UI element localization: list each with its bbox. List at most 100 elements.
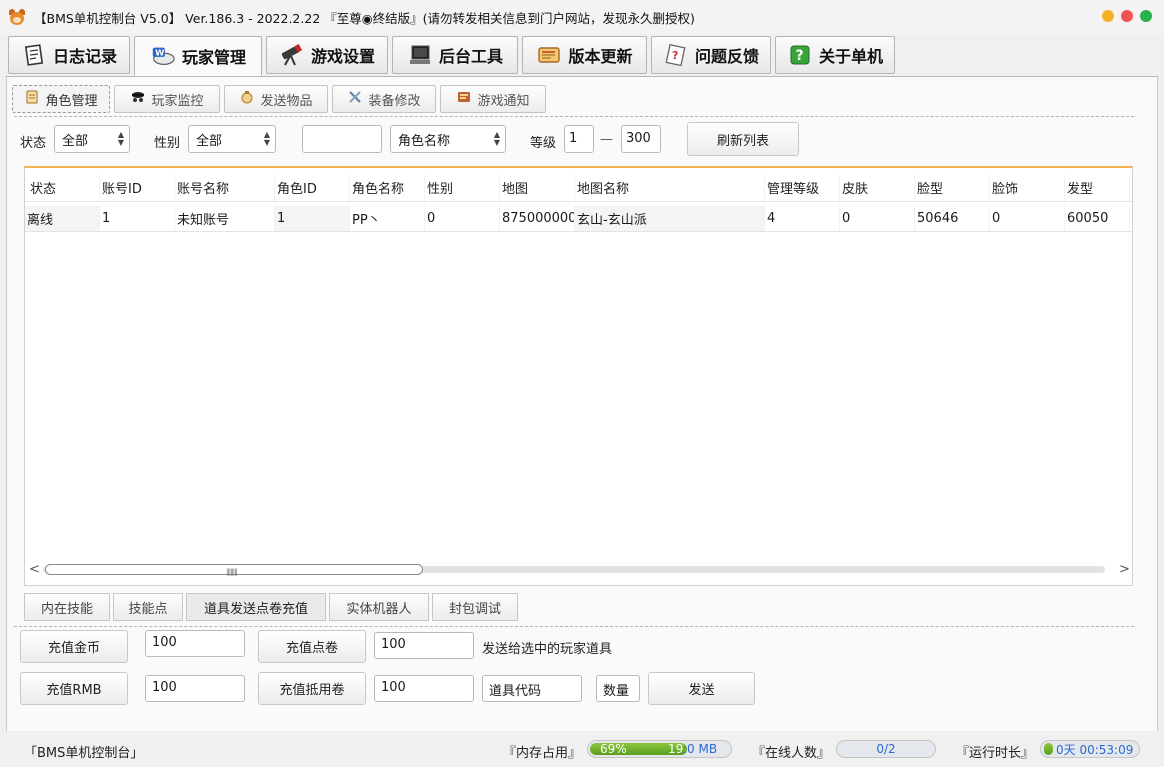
subtab-label: 装备修改 — [368, 90, 420, 109]
tab-log[interactable]: 日志记录 — [8, 36, 130, 74]
search-input[interactable] — [302, 125, 382, 153]
column-header[interactable]: 管理等级 — [765, 174, 840, 201]
tab-inner-skills[interactable]: 内在技能 — [24, 593, 110, 621]
tab-packet-debug[interactable]: 封包调试 — [432, 593, 518, 621]
feedback-icon: ? — [663, 42, 689, 68]
svg-text:?: ? — [795, 48, 803, 64]
tab-version-update[interactable]: 版本更新 — [522, 36, 647, 74]
cell-face-accessory: 0 — [990, 206, 1065, 231]
tab-game-settings[interactable]: 游戏设置 — [266, 36, 388, 74]
scroll-left-icon[interactable]: < — [29, 562, 40, 577]
horizontal-scrollbar[interactable]: < |||||||| > — [25, 562, 1132, 580]
memory-percent: 69% — [600, 742, 627, 756]
bag-icon — [239, 90, 255, 108]
table-header: 状态 账号ID 账号名称 角色ID 角色名称 性别 地图 地图名称 管理等级 皮… — [25, 174, 1132, 202]
tab-skill-points[interactable]: 技能点 — [113, 593, 183, 621]
status-label: 状态 — [20, 132, 46, 151]
tab-robot[interactable]: 实体机器人 — [329, 593, 429, 621]
main-tab-bar: 日志记录 W 玩家管理 游戏设置 后台工具 版本更新 ? 问题反馈 ? 关于单机 — [8, 36, 895, 76]
subtab-send-items[interactable]: 发送物品 — [224, 85, 328, 113]
cell-hair: 60050 — [1065, 206, 1130, 231]
tab-about[interactable]: ? 关于单机 — [775, 36, 895, 74]
column-header[interactable]: 性别 — [425, 174, 500, 201]
scroll-icon — [24, 90, 40, 108]
tab-backend-tools[interactable]: 后台工具 — [392, 36, 518, 74]
window-title: 【BMS单机控制台 V5.0】 Ver.186.3 - 2022.2.22 『至… — [34, 8, 695, 27]
gender-select[interactable]: 全部 ▲▼ — [188, 125, 276, 153]
item-code-input[interactable]: 道具代码 — [482, 675, 582, 702]
refresh-list-button[interactable]: 刷新列表 — [687, 122, 799, 156]
column-header[interactable]: 角色ID — [275, 174, 350, 201]
gender-select-value: 全部 — [196, 130, 222, 149]
scroll-thumb[interactable]: |||||||| — [45, 564, 423, 575]
uptime-meter: 0天 00:53:09 — [1040, 740, 1140, 758]
cell-face: 50646 — [915, 206, 990, 231]
gender-label: 性别 — [154, 132, 180, 151]
rmb-amount-input[interactable]: 100 — [145, 675, 245, 702]
tab-item-send-recharge[interactable]: 道具发送点卷充值 — [186, 593, 326, 621]
spinner-arrows-icon: ▲▼ — [118, 131, 124, 147]
column-header[interactable]: 状态 — [25, 174, 100, 201]
cell-account-name: 未知账号 — [175, 206, 275, 231]
subtab-player-monitor[interactable]: 玩家监控 — [114, 85, 220, 113]
recharge-voucher-button[interactable]: 充值抵用卷 — [258, 672, 366, 705]
recharge-rmb-button[interactable]: 充值RMB — [20, 672, 128, 705]
cell-gender: 0 — [425, 206, 500, 231]
send-button[interactable]: 发送 — [648, 672, 755, 705]
spinner-arrows-icon: ▲▼ — [264, 131, 270, 147]
minimize-button[interactable] — [1102, 10, 1114, 22]
level-max-input[interactable]: 300 — [621, 125, 661, 153]
points-amount-input[interactable]: 100 — [374, 632, 474, 659]
voucher-amount-input[interactable]: 100 — [374, 675, 474, 702]
spinner-arrows-icon: ▲▼ — [494, 131, 500, 147]
column-header[interactable]: 角色名称 — [350, 174, 425, 201]
column-header[interactable]: 皮肤 — [840, 174, 915, 201]
tab-label: 后台工具 — [439, 43, 503, 67]
table-row[interactable]: 离线 1 未知账号 1 PP丶 0 875000000 玄山-玄山派 4 0 5… — [25, 206, 1132, 232]
tab-player-management[interactable]: W 玩家管理 — [134, 36, 262, 76]
scroll-right-icon[interactable]: > — [1119, 562, 1130, 577]
cell-account-id: 1 — [100, 206, 175, 231]
level-label: 等级 — [530, 132, 556, 151]
svg-text:W: W — [155, 48, 164, 58]
recharge-points-button[interactable]: 充值点卷 — [258, 630, 366, 663]
column-header[interactable]: 发型 — [1065, 174, 1130, 201]
tab-label: 玩家管理 — [182, 44, 246, 68]
column-header[interactable]: 账号ID — [100, 174, 175, 201]
cell-map: 875000000 — [500, 206, 575, 231]
role-table: 状态 账号ID 账号名称 角色ID 角色名称 性别 地图 地图名称 管理等级 皮… — [24, 166, 1133, 586]
quantity-input[interactable]: 数量 — [596, 675, 640, 702]
cell-status: 离线 — [25, 206, 100, 231]
column-header[interactable]: 地图 — [500, 174, 575, 201]
recharge-gold-button[interactable]: 充值金币 — [20, 630, 128, 663]
column-header[interactable]: 地图名称 — [575, 174, 765, 201]
uptime-value: 0天 00:53:09 — [1056, 741, 1133, 758]
gold-amount-input[interactable]: 100 — [145, 630, 245, 657]
notebook-icon — [21, 42, 47, 68]
sub-tab-bar: 角色管理 玩家监控 发送物品 装备修改 游戏通知 — [12, 85, 546, 113]
level-min-input[interactable]: 1 — [564, 125, 594, 153]
status-app-name: 「BMS单机控制台」 — [24, 742, 143, 761]
tab-feedback[interactable]: ? 问题反馈 — [651, 36, 771, 74]
column-header[interactable]: 脸型 — [915, 174, 990, 201]
subtab-role-management[interactable]: 角色管理 — [12, 85, 110, 113]
status-select[interactable]: 全部 ▲▼ — [54, 125, 130, 153]
search-field-select[interactable]: 角色名称 ▲▼ — [390, 125, 506, 153]
column-header[interactable]: 账号名称 — [175, 174, 275, 201]
subtab-game-notice[interactable]: 游戏通知 — [440, 85, 546, 113]
level-range-dash: — — [600, 132, 613, 147]
app-icon — [8, 8, 26, 26]
close-button[interactable] — [1140, 10, 1152, 22]
memory-usage-meter: 69% 19 :0 MB — [587, 740, 732, 758]
status-select-value: 全部 — [62, 130, 88, 149]
subtab-equipment-edit[interactable]: 装备修改 — [332, 85, 436, 113]
spy-icon — [130, 90, 146, 108]
subtab-label: 玩家监控 — [151, 90, 203, 109]
maximize-button[interactable] — [1121, 10, 1133, 22]
subtab-label: 角色管理 — [45, 90, 97, 109]
column-header[interactable]: 脸饰 — [990, 174, 1065, 201]
svg-text:?: ? — [672, 49, 678, 62]
tab-label: 游戏设置 — [311, 43, 375, 67]
cell-role-id: 1 — [275, 206, 350, 231]
memory-value-b: :0 MB — [683, 742, 717, 756]
